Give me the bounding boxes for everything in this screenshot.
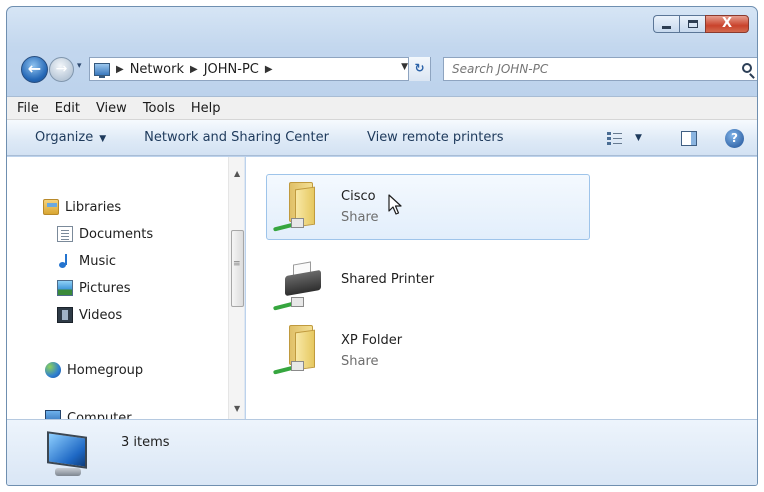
documents-icon	[57, 226, 73, 242]
shared-folder-icon	[271, 323, 323, 377]
menu-help[interactable]: Help	[183, 101, 229, 116]
view-remote-printers-button[interactable]: View remote printers	[367, 130, 504, 145]
file-list: Cisco Share Shared Printer XP Folder Sha…	[246, 157, 757, 419]
computer-icon	[45, 410, 61, 419]
preview-pane-icon[interactable]	[681, 131, 697, 146]
chevron-down-icon: ▼	[99, 134, 107, 144]
libraries-icon	[43, 199, 59, 215]
shared-printer-icon	[271, 259, 323, 313]
scroll-thumb[interactable]	[231, 230, 244, 307]
network-icon	[94, 62, 110, 78]
maximize-icon	[688, 20, 698, 28]
homegroup-icon	[45, 362, 61, 378]
videos-icon	[57, 307, 73, 323]
nav-scrollbar[interactable]: ▲ ▼	[228, 157, 244, 419]
nav-videos-label: Videos	[79, 307, 123, 323]
nav-videos[interactable]: Videos	[57, 307, 122, 323]
view-row-marker	[607, 132, 611, 135]
view-options-dropdown[interactable]: ▼	[635, 133, 642, 143]
address-row: ← → ▾ ▶ Network ▶ JOHN-PC ▶ ▼ ↻	[17, 56, 757, 83]
forward-button[interactable]: →	[49, 57, 74, 82]
breadcrumb-separator[interactable]: ▶	[190, 64, 198, 75]
network-sharing-center-button[interactable]: Network and Sharing Center	[144, 130, 329, 145]
printer-shape	[285, 269, 321, 297]
item-type: Share	[341, 354, 379, 369]
nav-music[interactable]: Music	[57, 253, 116, 269]
close-icon: X	[721, 16, 733, 31]
caption-buttons: X	[653, 15, 749, 33]
menu-tools[interactable]: Tools	[135, 101, 183, 116]
list-item-xp-folder[interactable]: XP Folder Share	[267, 319, 591, 383]
address-bar[interactable]: ▶ Network ▶ JOHN-PC ▶ ▼ ↻	[89, 57, 431, 81]
search-icon[interactable]	[742, 63, 752, 73]
address-history-dropdown[interactable]: ▼	[401, 62, 408, 72]
item-name: Shared Printer	[341, 272, 435, 287]
explorer-window: X ← → ▾ ▶ Network ▶ JOHN-PC ▶ ▼ ↻ File E…	[6, 6, 758, 486]
network-cable-icon	[273, 297, 304, 309]
minimize-button[interactable]	[653, 15, 679, 33]
search-input[interactable]	[452, 62, 712, 76]
nav-libraries-label: Libraries	[65, 199, 122, 215]
nav-homegroup[interactable]: Homegroup	[45, 362, 143, 378]
monitor-stand	[55, 468, 81, 476]
navigation-pane: Libraries Documents Music Pictures Video…	[7, 157, 245, 419]
close-button[interactable]: X	[705, 15, 749, 33]
view-row-line	[613, 143, 622, 144]
list-item-cisco[interactable]: Cisco Share	[266, 174, 590, 240]
item-name: XP Folder	[341, 333, 403, 348]
view-row-marker	[607, 142, 611, 145]
music-icon	[57, 253, 73, 269]
pictures-icon	[57, 280, 73, 296]
nav-pictures[interactable]: Pictures	[57, 280, 130, 296]
menu-view[interactable]: View	[88, 101, 135, 116]
search-box[interactable]	[443, 57, 757, 81]
breadcrumb-john-pc[interactable]: JOHN-PC	[204, 62, 259, 77]
command-bar: Organize ▼ Network and Sharing Center Vie…	[7, 120, 757, 156]
back-button[interactable]: ←	[21, 56, 48, 83]
organize-label: Organize	[35, 130, 94, 145]
details-pane: 3 items	[7, 419, 757, 485]
view-row-line	[613, 138, 622, 139]
nav-computer[interactable]: Computer	[45, 410, 132, 419]
change-view-icon[interactable]	[607, 132, 623, 146]
list-item-shared-printer[interactable]: Shared Printer	[267, 255, 591, 313]
view-row-marker	[607, 137, 611, 140]
shared-folder-icon	[271, 180, 323, 234]
computer-monitor-icon	[41, 430, 91, 480]
menu-edit[interactable]: Edit	[47, 101, 88, 116]
view-row-line	[613, 133, 622, 134]
menu-bar: File Edit View Tools Help	[7, 96, 757, 120]
breadcrumb-network[interactable]: Network	[130, 62, 184, 77]
item-count: 3 items	[121, 435, 170, 450]
scroll-down-arrow-icon[interactable]: ▼	[234, 404, 240, 413]
maximize-button[interactable]	[679, 15, 705, 33]
item-type: Share	[341, 210, 379, 225]
nav-documents-label: Documents	[79, 226, 154, 242]
network-cable-icon	[273, 218, 304, 230]
nav-pictures-label: Pictures	[79, 280, 131, 296]
monitor-screen	[47, 431, 87, 469]
breadcrumb-separator[interactable]: ▶	[265, 64, 273, 75]
cursor-arrow	[388, 194, 402, 215]
refresh-button[interactable]: ↻	[408, 57, 430, 81]
nav-music-label: Music	[79, 253, 116, 269]
breadcrumb-separator[interactable]: ▶	[116, 64, 124, 75]
nav-homegroup-label: Homegroup	[67, 362, 144, 378]
forward-arrow-icon: →	[55, 61, 68, 77]
nav-computer-label: Computer	[67, 410, 132, 420]
menu-file[interactable]: File	[9, 101, 47, 116]
scroll-up-arrow-icon[interactable]: ▲	[234, 169, 240, 178]
recent-pages-button[interactable]: ▾	[77, 61, 82, 71]
organize-button[interactable]: Organize ▼	[35, 130, 106, 145]
nav-libraries[interactable]: Libraries	[43, 199, 121, 215]
back-arrow-icon: ←	[27, 59, 42, 78]
network-cable-icon	[273, 361, 304, 373]
nav-documents[interactable]: Documents	[57, 226, 153, 242]
minimize-icon	[662, 26, 671, 29]
item-name: Cisco	[341, 189, 376, 204]
help-icon[interactable]: ?	[725, 129, 744, 148]
